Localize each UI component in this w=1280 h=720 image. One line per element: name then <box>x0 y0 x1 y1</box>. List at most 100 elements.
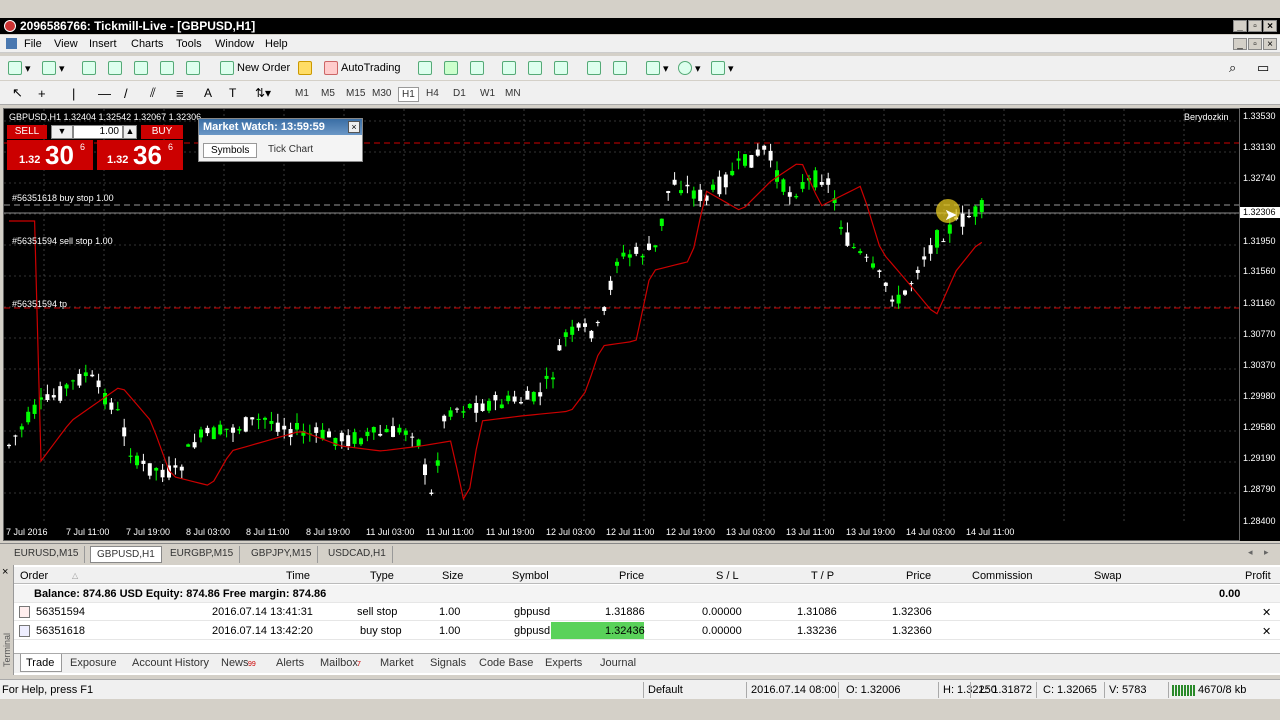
channel-button[interactable]: ⫽ <box>150 84 156 102</box>
crosshair-button[interactable]: + <box>38 84 46 102</box>
lot-increase-button[interactable]: ▲ <box>123 125 137 139</box>
tester-button[interactable] <box>186 59 200 77</box>
menu-view[interactable]: View <box>54 38 78 50</box>
lot-decrease-button[interactable]: ▼ <box>51 125 73 139</box>
terminal-close-button[interactable]: × <box>2 566 8 578</box>
profiles-button[interactable]: ▾ <box>42 59 65 77</box>
timeframe-w1[interactable]: W1 <box>477 87 498 100</box>
menu-help[interactable]: Help <box>265 38 288 50</box>
chart-tab-gbpusd-h1[interactable]: GBPUSD,H1 <box>90 546 162 563</box>
navigator-button[interactable] <box>134 59 148 77</box>
tab-journal[interactable]: Journal <box>600 657 636 669</box>
tab-signals[interactable]: Signals <box>430 657 466 669</box>
timeframe-h1[interactable]: H1 <box>398 87 419 102</box>
chart-shift-button[interactable] <box>613 59 627 77</box>
zoom-out-button[interactable] <box>528 59 542 77</box>
child-close-button[interactable]: × <box>1263 38 1277 50</box>
autotrading-button[interactable]: AutoTrading <box>324 59 401 77</box>
new-order-button[interactable]: New Order <box>220 59 290 77</box>
tab-alerts[interactable]: Alerts <box>276 657 304 669</box>
timeframe-h4[interactable]: H4 <box>423 87 442 100</box>
chart-tab-eurusd-m15[interactable]: EURUSD,M15 <box>8 546 86 563</box>
chart-tab-usdcad-h1[interactable]: USDCAD,H1 <box>322 546 393 563</box>
trendline-button[interactable]: / <box>124 84 128 102</box>
child-restore-button[interactable]: ▫ <box>1248 38 1262 50</box>
horizontal-line-button[interactable]: — <box>98 84 111 102</box>
chart-tab-eurgbp-m15[interactable]: EURGBP,M15 <box>164 546 241 563</box>
col-tp[interactable]: T / P <box>811 570 834 582</box>
col-time[interactable]: Time <box>286 570 310 582</box>
tab-tick-chart[interactable]: Tick Chart <box>263 143 318 156</box>
maximize-button[interactable]: ▫ <box>1248 20 1262 32</box>
menu-insert[interactable]: Insert <box>89 38 117 50</box>
zoom-in-button[interactable] <box>502 59 516 77</box>
delete-order-button[interactable]: ✕ <box>1262 606 1271 619</box>
tab-trade[interactable]: Trade <box>26 657 54 669</box>
buy-button[interactable]: BUY <box>141 125 183 139</box>
buy-price-box[interactable]: 1.32 36 6 <box>97 140 183 170</box>
price-chart[interactable]: GBPUSD,H1 1.32404 1.32542 1.32067 1.3230… <box>3 108 1240 541</box>
chart-tab-gbpjpy-m15[interactable]: GBPJPY,M15 <box>245 546 319 563</box>
market-watch-close-button[interactable]: × <box>348 121 360 133</box>
tab-account-history[interactable]: Account History <box>132 657 209 669</box>
col-current-price[interactable]: Price <box>906 570 931 582</box>
tab-news[interactable]: News <box>221 657 249 669</box>
tab-code-base[interactable]: Code Base <box>479 657 533 669</box>
vertical-line-button[interactable]: | <box>72 84 75 102</box>
candle-chart-button[interactable] <box>444 59 458 77</box>
delete-order-button[interactable]: ✕ <box>1262 625 1271 638</box>
text-button[interactable]: A <box>204 84 212 102</box>
timeframe-mn[interactable]: MN <box>502 87 524 100</box>
col-profit[interactable]: Profit <box>1245 570 1271 582</box>
arrows-button[interactable]: ⇅▾ <box>255 84 271 102</box>
timeframe-m15[interactable]: M15 <box>343 87 368 100</box>
market-watch-button[interactable] <box>82 59 96 77</box>
sell-price-box[interactable]: 1.32 30 6 <box>7 140 93 170</box>
auto-scroll-button[interactable] <box>587 59 601 77</box>
col-size[interactable]: Size <box>442 570 463 582</box>
table-row[interactable]: 56351594 2016.07.14 13:41:31 sell stop 1… <box>14 603 1280 621</box>
text-label-button[interactable]: T <box>229 84 236 102</box>
tab-exposure[interactable]: Exposure <box>70 657 116 669</box>
sell-button[interactable]: SELL <box>7 125 47 139</box>
periods-button[interactable]: ▾ <box>678 59 701 77</box>
bar-chart-button[interactable] <box>418 59 432 77</box>
col-type[interactable]: Type <box>370 570 394 582</box>
tab-scroll-right-icon[interactable]: ▸ <box>1264 547 1269 558</box>
indicators-button[interactable]: ▾ <box>646 59 669 77</box>
col-price[interactable]: Price <box>619 570 644 582</box>
timeframe-m5[interactable]: M5 <box>318 87 338 100</box>
tab-symbols[interactable]: Symbols <box>203 143 258 158</box>
menu-file[interactable]: File <box>24 38 42 50</box>
child-minimize-button[interactable]: _ <box>1233 38 1247 50</box>
timeframe-m1[interactable]: M1 <box>292 87 312 100</box>
timeframe-m30[interactable]: M30 <box>369 87 394 100</box>
col-sl[interactable]: S / L <box>716 570 739 582</box>
cursor-button[interactable]: ↖ <box>12 84 23 102</box>
line-chart-button[interactable] <box>470 59 484 77</box>
terminal-button[interactable] <box>160 59 174 77</box>
metaeditor-button[interactable] <box>298 59 312 77</box>
timeframe-d1[interactable]: D1 <box>450 87 469 100</box>
tile-windows-button[interactable] <box>554 59 568 77</box>
col-swap[interactable]: Swap <box>1094 570 1122 582</box>
tab-scroll-left-icon[interactable]: ◂ <box>1248 547 1253 558</box>
market-watch-title[interactable]: Market Watch: 13:59:59 <box>199 119 362 135</box>
menu-tools[interactable]: Tools <box>176 38 202 50</box>
col-commission[interactable]: Commission <box>972 570 1033 582</box>
templates-button[interactable]: ▾ <box>711 59 734 77</box>
search-button[interactable]: ⌕ <box>1229 59 1236 77</box>
data-window-button[interactable] <box>108 59 122 77</box>
table-row[interactable]: 56351618 2016.07.14 13:42:20 buy stop 1.… <box>14 622 1280 640</box>
tab-experts[interactable]: Experts <box>545 657 582 669</box>
menu-window[interactable]: Window <box>215 38 254 50</box>
menu-charts[interactable]: Charts <box>131 38 163 50</box>
lot-size-input[interactable]: 1.00 <box>73 125 123 139</box>
tab-market[interactable]: Market <box>380 657 414 669</box>
minimize-button[interactable]: _ <box>1233 20 1247 32</box>
close-button[interactable]: × <box>1263 20 1277 32</box>
col-symbol[interactable]: Symbol <box>512 570 549 582</box>
tab-mailbox[interactable]: Mailbox <box>320 657 358 669</box>
fibonacci-button[interactable]: ≡ <box>176 84 184 102</box>
new-chart-button[interactable]: ▾ <box>8 59 31 77</box>
